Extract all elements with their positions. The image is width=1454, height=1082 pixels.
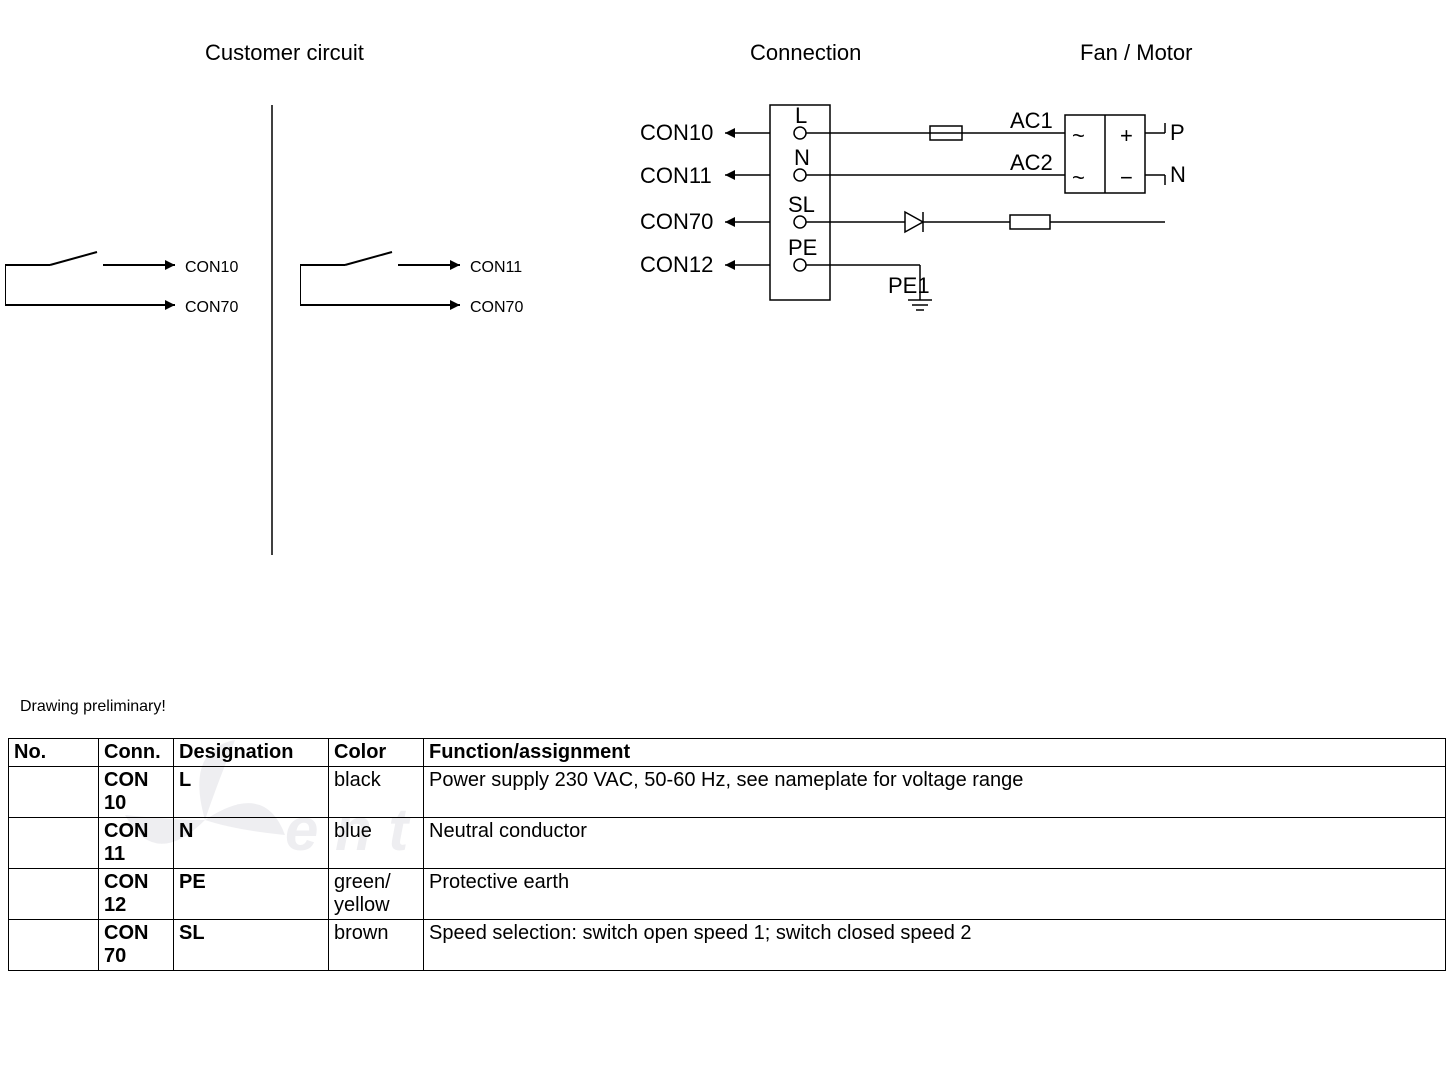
switch-right-out2: CON70 — [470, 299, 523, 316]
p-label: P — [1170, 120, 1185, 145]
table-row: CON 10 L black Power supply 230 VAC, 50-… — [9, 767, 1446, 818]
plus-sign: + — [1120, 123, 1133, 148]
header-customer-circuit: Customer circuit — [205, 40, 364, 66]
table-row: CON 12 PE green/ yellow Protective earth — [9, 869, 1446, 920]
ac1-label: AC1 — [1010, 108, 1053, 133]
header-fan-motor: Fan / Motor — [1080, 40, 1192, 66]
table-row: CON 11 N blue Neutral conductor — [9, 818, 1446, 869]
switch-left-out2: CON70 — [185, 299, 238, 316]
drawing-preliminary-note: Drawing preliminary! — [20, 698, 166, 716]
table-row: CON 70 SL brown Speed selection: switch … — [9, 920, 1446, 971]
pe1-label: PE1 — [888, 273, 930, 298]
th-designation: Designation — [174, 739, 329, 767]
tilde-1: ~ — [1072, 123, 1085, 148]
th-function: Function/assignment — [424, 739, 1446, 767]
conn-label-row1: CON10 — [640, 120, 713, 145]
minus-sign: − — [1120, 165, 1133, 190]
connection-diagram: L N SL PE CON10 CON11 CON70 CON12 AC1 AC… — [640, 95, 1200, 325]
terminal-pe: PE — [788, 235, 817, 260]
connection-table: No. Conn. Designation Color Function/ass… — [8, 738, 1446, 971]
header-connection: Connection — [750, 40, 861, 66]
th-conn: Conn. — [99, 739, 174, 767]
conn-label-row3: CON70 — [640, 209, 713, 234]
switch-right-out1: CON11 — [470, 259, 522, 276]
tilde-2: ~ — [1072, 165, 1085, 190]
conn-label-row2: CON11 — [640, 163, 712, 188]
ac2-label: AC2 — [1010, 150, 1053, 175]
terminal-n: N — [794, 145, 810, 170]
n-out-label: N — [1170, 162, 1186, 187]
switch-left-out1: CON10 — [185, 259, 238, 276]
th-no: No. — [9, 739, 99, 767]
customer-switch-left: CON10 CON70 — [5, 240, 265, 320]
separator-line — [270, 105, 274, 555]
customer-switch-right: CON11 CON70 — [300, 240, 560, 320]
th-color: Color — [329, 739, 424, 767]
terminal-l: L — [795, 103, 807, 128]
terminal-sl: SL — [788, 192, 815, 217]
conn-label-row4: CON12 — [640, 252, 713, 277]
